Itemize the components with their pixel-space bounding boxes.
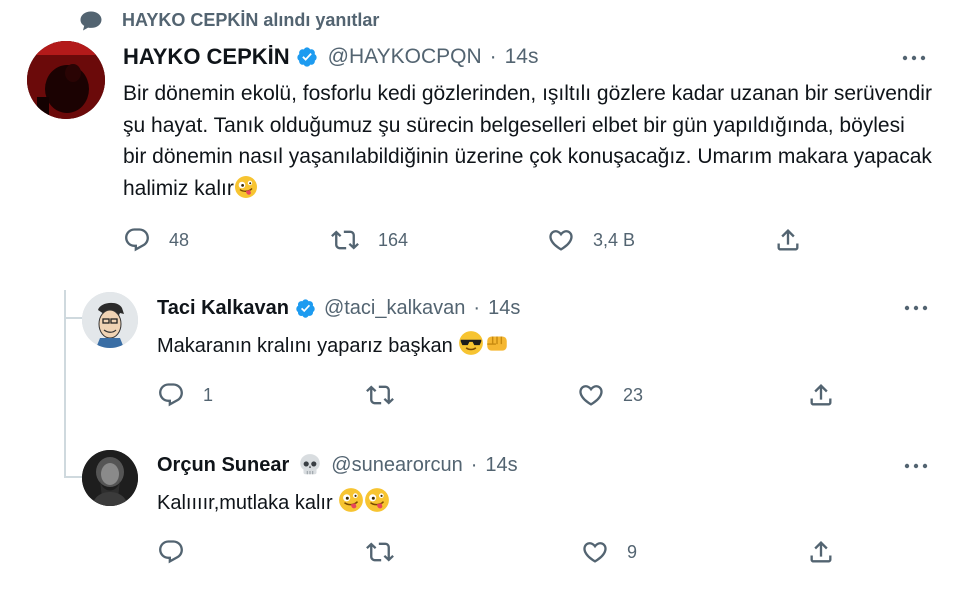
heart-icon — [579, 385, 603, 406]
retweet-icon — [366, 542, 394, 562]
avatar-image — [27, 41, 105, 119]
thread-connector — [64, 305, 82, 319]
author-name[interactable]: Orçun Sunear — [157, 454, 289, 477]
share-button[interactable] — [807, 378, 835, 412]
more-options-button[interactable] — [900, 48, 928, 68]
action-bar: 48 164 3,4 B — [123, 223, 823, 257]
verified-badge-icon — [296, 298, 315, 318]
more-options-button[interactable] — [902, 456, 930, 476]
author-handle[interactable]: @sunearorcun — [331, 454, 462, 477]
avatar-image — [82, 450, 138, 506]
share-icon — [777, 229, 799, 251]
avatar[interactable] — [27, 41, 105, 119]
author-handle[interactable]: @taci_kalkavan — [324, 297, 465, 320]
zany-face-emoji-icon — [234, 175, 257, 198]
share-button[interactable] — [807, 535, 835, 569]
skull-emoji-icon — [300, 454, 321, 475]
oncoming-fist-emoji-icon — [487, 336, 508, 351]
tweet-header: Orçun Sunear @sunearorcun · 14s — [157, 451, 518, 479]
ellipsis-icon — [904, 305, 928, 311]
retweet-button[interactable] — [365, 378, 413, 412]
tweet-text: Makaranın kralını yaparız başkan — [157, 330, 897, 361]
share-icon — [810, 384, 832, 406]
retweet-button[interactable]: 164 — [330, 223, 408, 257]
separator-dot: · — [470, 453, 478, 476]
tweet-header: Taci Kalkavan @taci_kalkavan · 14s — [157, 294, 520, 322]
like-button[interactable]: 9 — [581, 535, 637, 569]
like-count: 3,4 B — [593, 229, 636, 250]
thread-connector — [64, 440, 82, 478]
action-bar: 1 23 — [157, 378, 857, 412]
timestamp[interactable]: 14s — [485, 454, 517, 477]
author-name[interactable]: Taci Kalkavan — [157, 297, 289, 320]
tweet-text: Kalıııır,mutlaka kalır — [157, 487, 897, 518]
reply-icon — [159, 540, 183, 564]
separator-dot: · — [489, 45, 497, 68]
timestamp[interactable]: 14s — [488, 297, 520, 320]
tweet-text-content: Makaranın kralını yaparız başkan — [157, 335, 453, 357]
verified-badge-icon — [297, 47, 317, 67]
avatar[interactable] — [82, 292, 138, 348]
reply-icon — [125, 228, 149, 252]
separator-dot: · — [473, 296, 481, 319]
speech-bubble-icon — [80, 11, 102, 31]
like-button[interactable]: 23 — [577, 378, 643, 412]
heart-icon — [549, 230, 573, 251]
reply-count: 48 — [169, 229, 190, 250]
retweet-icon — [331, 230, 359, 250]
more-options-button[interactable] — [902, 298, 930, 318]
avatar-image — [82, 292, 138, 348]
avatar[interactable] — [82, 450, 138, 506]
ellipsis-icon — [902, 55, 926, 61]
heart-icon — [583, 542, 607, 563]
like-count: 23 — [623, 384, 644, 405]
zany-face-emoji-icon — [365, 488, 390, 512]
author-name[interactable]: HAYKO CEPKİN — [123, 44, 290, 70]
action-bar: 9 — [157, 535, 857, 569]
like-button[interactable]: 3,4 B — [547, 223, 635, 257]
tweet-text-content: Kalıııır,mutlaka kalır — [157, 492, 333, 514]
sunglasses-face-emoji-icon — [459, 331, 484, 355]
reply-context-text[interactable]: HAYKO CEPKİN alındı yanıtlar — [122, 10, 379, 31]
author-handle[interactable]: @HAYKOCPQN — [328, 45, 482, 69]
share-icon — [810, 541, 832, 563]
reply-button[interactable]: 1 — [157, 378, 213, 412]
retweet-icon — [366, 385, 394, 405]
zany-face-emoji-icon — [339, 488, 364, 512]
reply-icon — [159, 383, 183, 407]
reply-button[interactable]: 48 — [123, 223, 189, 257]
reply-button[interactable] — [157, 535, 203, 569]
ellipsis-icon — [904, 463, 928, 469]
reply-count: 1 — [203, 384, 214, 405]
retweet-button[interactable] — [365, 535, 413, 569]
retweet-count: 164 — [378, 229, 409, 250]
share-button[interactable] — [774, 223, 802, 257]
timestamp[interactable]: 14s — [505, 45, 539, 69]
tweet-text: Bir dönemin ekolü, fosforlu kedi gözleri… — [123, 78, 933, 204]
tweet-header: HAYKO CEPKİN @HAYKOCPQN · 14s — [123, 42, 538, 72]
like-count: 9 — [627, 541, 638, 562]
